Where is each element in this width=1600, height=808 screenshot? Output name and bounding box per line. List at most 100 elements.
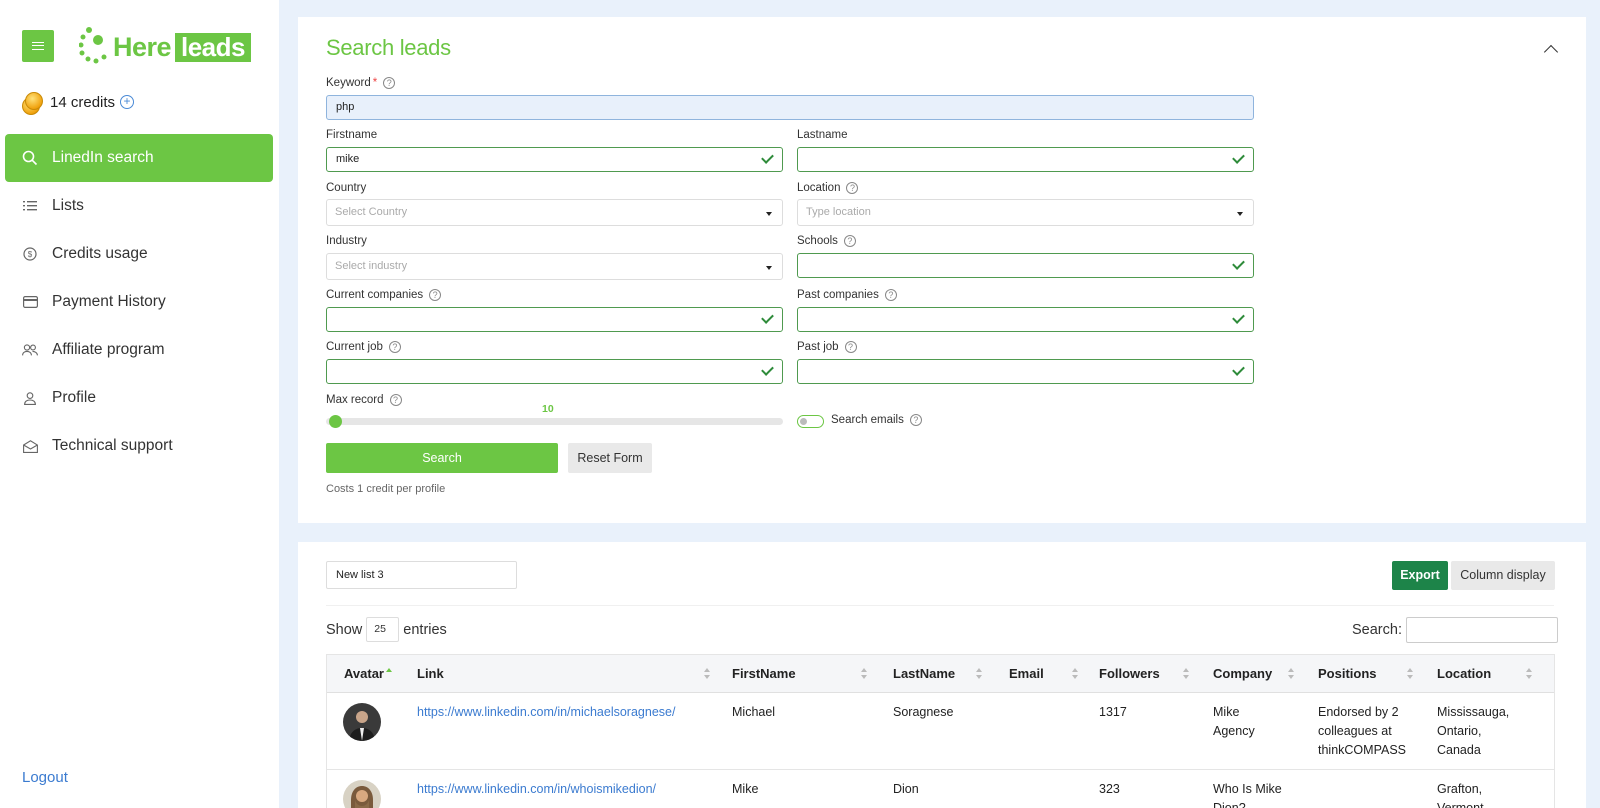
table-header: Avatar Link FirstName LastName Email Fol…: [327, 655, 1554, 693]
help-icon[interactable]: ?: [909, 414, 922, 426]
industry-select[interactable]: Select industry: [326, 253, 783, 280]
table-row: https://www.linkedin.com/in/michaelsorag…: [327, 693, 1554, 770]
past-job-input[interactable]: [797, 359, 1254, 384]
column-header-firstname[interactable]: FirstName: [732, 655, 796, 693]
list-name-input[interactable]: New list 3: [326, 561, 517, 589]
entries-select[interactable]: 25: [366, 617, 400, 642]
location-select[interactable]: Type location: [797, 199, 1254, 226]
past-companies-label: Past companies?: [797, 289, 897, 301]
users-icon: [21, 341, 39, 359]
sidebar-item-credits-usage[interactable]: $ Credits usage: [5, 230, 273, 278]
credit-card-icon: [21, 293, 39, 311]
firstname-cell: Mike: [732, 782, 759, 796]
company-cell: Mike Agency: [1213, 705, 1255, 738]
profile-link[interactable]: https://www.linkedin.com/in/michaelsorag…: [417, 705, 675, 719]
avatar[interactable]: [343, 780, 381, 808]
sidebar-item-lists[interactable]: Lists: [5, 182, 273, 230]
column-header-link[interactable]: Link: [417, 655, 444, 693]
help-icon[interactable]: ?: [429, 289, 442, 301]
column-header-followers[interactable]: Followers: [1099, 655, 1160, 693]
results-table: Avatar Link FirstName LastName Email Fol…: [326, 654, 1555, 808]
current-job-input[interactable]: [326, 359, 783, 384]
help-icon[interactable]: ?: [383, 77, 396, 89]
reset-form-button[interactable]: Reset Form: [568, 443, 652, 473]
sidebar-item-label: Affiliate program: [52, 341, 165, 358]
firstname-input[interactable]: mike: [326, 147, 783, 172]
collapse-chevron-up-icon[interactable]: [1543, 44, 1559, 60]
logo-mark-icon: [78, 27, 107, 64]
sidebar-item-technical-support[interactable]: Technical support: [5, 422, 273, 470]
column-display-button[interactable]: Column display: [1451, 561, 1555, 590]
search-form-card: Search leads Keyword *? php Firstname mik…: [298, 17, 1586, 523]
column-header-location[interactable]: Location: [1437, 655, 1491, 693]
logo-text-leads: leads: [175, 33, 251, 62]
logout-link[interactable]: Logout: [22, 769, 68, 786]
firstname-label: Firstname: [326, 129, 378, 141]
sort-icon: [1288, 668, 1294, 680]
help-icon[interactable]: ?: [843, 235, 856, 247]
sidebar-item-label: Profile: [52, 389, 96, 406]
past-companies-input[interactable]: [797, 307, 1254, 332]
sort-asc-icon: [386, 668, 392, 680]
export-button[interactable]: Export: [1392, 561, 1448, 590]
current-companies-input[interactable]: [326, 307, 783, 332]
help-icon[interactable]: ?: [389, 394, 402, 406]
avatar[interactable]: [343, 703, 381, 741]
column-header-lastname[interactable]: LastName: [893, 655, 955, 693]
schools-input[interactable]: [797, 253, 1254, 278]
dollar-icon: $: [21, 245, 39, 263]
table-search-input[interactable]: [1405, 617, 1558, 643]
lastname-input[interactable]: [797, 147, 1254, 172]
positions-cell: Endorsed by 2 colleagues at thinkCOMPASS: [1318, 705, 1406, 757]
sort-icon: [1183, 668, 1189, 680]
logo[interactable]: Here leads: [78, 26, 251, 66]
country-label: Country: [326, 182, 367, 194]
sidebar: Here leads 14 credits + LinedIn search L…: [0, 0, 279, 808]
menu-toggle-button[interactable]: [22, 30, 54, 62]
sidebar-item-payment-history[interactable]: Payment History: [5, 278, 273, 326]
valid-check-icon: [761, 151, 774, 164]
firstname-cell: Michael: [732, 705, 776, 719]
required-marker: *: [372, 77, 378, 89]
profile-link[interactable]: https://www.linkedin.com/in/whoismikedio…: [417, 782, 656, 796]
slider-handle[interactable]: [329, 415, 342, 428]
valid-check-icon: [1232, 257, 1245, 270]
sort-icon: [861, 668, 867, 680]
help-icon[interactable]: ?: [388, 341, 401, 353]
sidebar-item-affiliate-program[interactable]: Affiliate program: [5, 326, 273, 374]
sidebar-nav: LinedIn search Lists $ Credits usage Pay…: [5, 134, 273, 470]
sidebar-item-label: Credits usage: [52, 245, 148, 262]
search-button[interactable]: Search: [326, 443, 558, 473]
help-icon[interactable]: ?: [846, 182, 859, 194]
sidebar-item-profile[interactable]: Profile: [5, 374, 273, 422]
caret-down-icon: [766, 266, 772, 270]
caret-down-icon: [1237, 212, 1243, 216]
country-select[interactable]: Select Country: [326, 199, 783, 226]
cost-note: Costs 1 credit per profile: [326, 483, 446, 495]
max-record-label: Max record?: [326, 394, 402, 406]
list-icon: [21, 197, 39, 215]
toggle-knob: [800, 418, 807, 425]
sort-icon: [1407, 668, 1413, 680]
location-cell: Mississauga, Ontario, Canada: [1437, 705, 1510, 757]
credits-label: 14 credits: [50, 93, 116, 111]
valid-check-icon: [1232, 151, 1245, 164]
lastname-cell: Soragnese: [893, 705, 954, 719]
logo-text-here: Here: [113, 32, 172, 62]
help-icon[interactable]: ?: [884, 289, 897, 301]
help-icon[interactable]: ?: [844, 341, 857, 353]
sidebar-item-linkedin-search[interactable]: LinedIn search: [5, 134, 273, 182]
current-companies-label: Current companies?: [326, 289, 442, 301]
search-emails-toggle[interactable]: [797, 415, 824, 428]
column-header-positions[interactable]: Positions: [1318, 655, 1377, 693]
column-header-email[interactable]: Email: [1009, 655, 1044, 693]
valid-check-icon: [1232, 363, 1245, 376]
max-record-slider[interactable]: [326, 415, 783, 428]
max-record-value: 10: [542, 403, 554, 415]
column-header-avatar[interactable]: Avatar: [344, 655, 384, 693]
column-header-company[interactable]: Company: [1213, 655, 1272, 693]
add-credits-icon[interactable]: +: [120, 95, 135, 109]
keyword-input[interactable]: php: [326, 95, 1254, 120]
coins-icon: [19, 89, 45, 115]
sidebar-item-label: Payment History: [52, 293, 166, 310]
